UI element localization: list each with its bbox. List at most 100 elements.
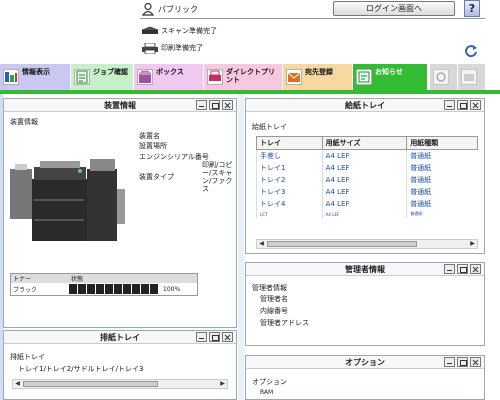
login-button[interactable]: ログイン画面へ [333,1,455,16]
print-icon [207,69,223,85]
close-button[interactable] [470,264,481,274]
paper-tray-panel: 給紙トレイ 給紙トレイ トレイ 用紙サイズ 用紙種類 手差し A4 LEF 普通紙 … [245,98,485,254]
scroll-thumb[interactable] [267,241,417,247]
window-buttons [444,100,481,110]
refresh-icon[interactable] [463,43,479,59]
output-tray-header: 排紙トレイ [4,331,236,344]
maximize-button[interactable] [457,100,468,110]
tab-direct-print[interactable]: ダイレクトプリント [204,64,283,90]
tray-name: トレイ4 [256,198,323,210]
output-tray-value: トレイ1/トレイ2/サドルトレイ/トレイ3 [18,365,144,373]
tab-address-label: 宛先登録 [305,68,333,76]
paper-size: A4 LEF [321,149,407,162]
admin-info-panel: 管理者情報 管理者情報 管理者名 内線番号 管理者アドレス [245,262,485,346]
window-buttons [444,264,481,274]
paper-type: 普通紙 [406,210,478,218]
tab-job-label: ジョブ確認 [93,68,128,76]
disabled-settings-icon [433,69,449,85]
tab-info[interactable]: 情報表示 [0,64,71,90]
field-device-type-label: 装置タイプ [139,173,174,181]
tab-extra-2[interactable] [458,64,486,90]
toner-header-status: 状態 [71,276,84,283]
col-paper-size: 用紙サイズ [321,136,408,150]
device-type-value: 印刷/コピー/スキャン/ファクス [202,161,233,193]
table-row: トレイ4 A4 LEF 普通紙 [256,198,478,210]
print-status-label: 印刷準備完了 [161,44,203,52]
close-button[interactable] [470,100,481,110]
close-button[interactable] [222,332,233,342]
output-tray-section-label: 排紙トレイ [10,353,45,361]
scroll-right-icon[interactable]: ▶ [218,380,227,388]
minimize-button[interactable] [196,332,207,342]
notice-icon [356,69,372,85]
scroll-left-icon[interactable]: ◀ [257,240,266,248]
option-ram-label: RAM [260,389,274,396]
scroll-left-icon[interactable]: ◀ [13,380,22,388]
close-button[interactable] [222,100,233,110]
tray-name: トレイ2 [256,174,323,186]
user-icon [141,2,155,16]
maximize-button[interactable] [209,332,220,342]
table-row: トレイ2 A4 LEF 普通紙 [256,174,478,186]
window-buttons [444,357,481,367]
scan-status-label: スキャン準備完了 [161,27,217,35]
tab-job[interactable]: ジョブ確認 [71,64,134,90]
field-device-name-label: 装置名 [139,132,160,140]
options-panel: オプション オプション RAM [245,355,485,400]
toner-level-bar [69,284,159,294]
maximize-button[interactable] [209,100,220,110]
tab-address[interactable]: 宛先登録 [283,64,353,90]
window-buttons [196,332,233,342]
table-header-row: トレイ 用紙サイズ 用紙種類 [256,136,478,150]
table-row: LCT A4 LEF 普通紙 [256,210,478,218]
tray-name: 手差し [256,149,323,162]
job-icon [74,69,90,85]
paper-type: 普通紙 [406,174,478,186]
tab-notice[interactable]: お知らせ [353,64,428,90]
paper-size: A4 LEF [321,186,407,198]
scroll-right-icon[interactable]: ▶ [468,240,477,248]
tray-name: トレイ1 [256,162,323,174]
toner-level-text: 100% [163,285,181,293]
table-row: トレイ1 A4 LEF 普通紙 [256,162,478,174]
tab-direct-print-label: ダイレクトプリント [226,68,275,84]
user-name: パブリック [158,5,198,14]
minimize-button[interactable] [196,100,207,110]
box-icon [137,69,153,85]
paper-tray-table: トレイ 用紙サイズ 用紙種類 手差し A4 LEF 普通紙 トレイ1 A4 LEF 普通… [256,136,478,218]
paper-tray-header: 給紙トレイ [246,99,484,112]
admin-extension-label: 内線番号 [260,307,288,315]
device-info-header: 装置情報 [4,99,236,112]
tab-box[interactable]: ボックス [134,64,204,90]
admin-email-label: 管理者アドレス [260,319,309,327]
paper-type: 普通紙 [406,162,478,174]
tab-extra-1[interactable] [430,64,458,90]
toner-row: ブラック 100% [11,283,197,295]
output-tray-scrollbar[interactable]: ◀ ▶ [12,379,228,389]
window-buttons [196,100,233,110]
paper-tray-scrollbar[interactable]: ◀ ▶ [256,239,478,249]
admin-info-header: 管理者情報 [246,263,484,276]
close-button[interactable] [470,357,481,367]
toner-header-name: トナー [13,276,32,283]
admin-info-section-label: 管理者情報 [252,284,287,292]
scan-status: スキャン準備完了 [141,25,217,37]
help-button[interactable]: ? [464,0,480,17]
minimize-button[interactable] [444,357,455,367]
toner-header: トナー 状態 [11,274,197,283]
paper-type: 普通紙 [406,198,478,210]
address-icon [286,69,302,85]
table-row: 手差し A4 LEF 普通紙 [256,149,478,162]
scroll-thumb[interactable] [23,381,158,387]
field-serial-label: エンジンシリアル番号 [139,153,209,161]
minimize-button[interactable] [444,264,455,274]
tab-underline [0,90,500,94]
table-row: トレイ3 A4 LEF 普通紙 [256,186,478,198]
maximize-button[interactable] [457,357,468,367]
minimize-button[interactable] [444,100,455,110]
col-tray: トレイ [256,136,323,150]
paper-type: 普通紙 [406,186,478,198]
maximize-button[interactable] [457,264,468,274]
info-icon [3,69,19,85]
header-divider [140,18,485,19]
